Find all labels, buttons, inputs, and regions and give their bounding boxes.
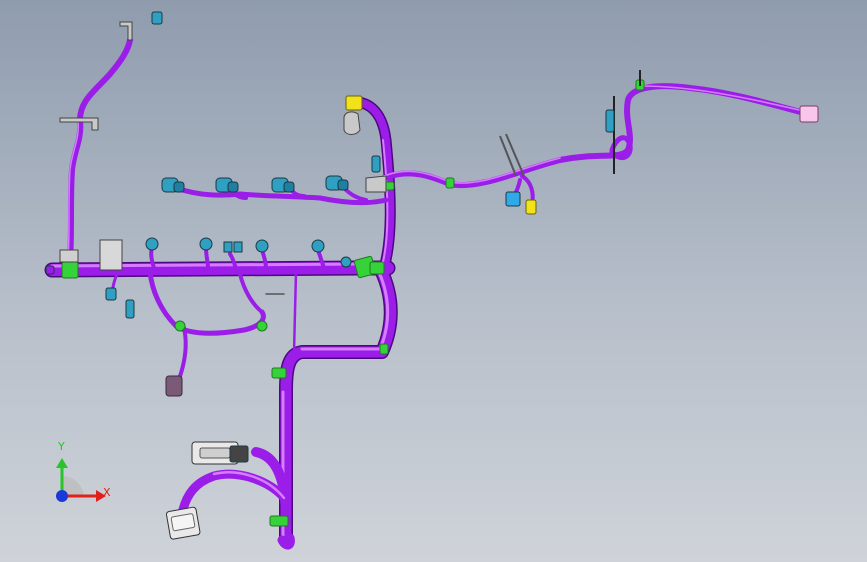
connector-icon [45,265,55,275]
cad-graphics-viewport[interactable]: Y X [0,0,867,562]
clips[interactable] [61,79,645,527]
clip-icon [269,515,289,527]
connector-icon [345,95,363,111]
clip-icon [61,261,79,279]
triad-y-label: Y [58,440,65,453]
connector-icon [165,506,201,540]
connector-icon [325,175,349,191]
harness-branch [381,83,811,189]
connector-icon [255,239,269,253]
wiring-harness-model[interactable] [0,0,867,562]
connector-icon [525,199,537,215]
bracket-icon [59,249,79,263]
connector-icon [199,237,213,251]
clip-icon [379,343,389,355]
bracket-icon [119,21,133,41]
connector-icon [311,239,325,253]
harness-branch [67,37,133,265]
connector-icon [151,11,163,25]
connector-icon [105,287,117,301]
connector-icon [505,191,521,207]
harness-branch [280,262,397,546]
bracket-icon [99,239,123,271]
clip-icon [369,261,385,275]
bracket-icon [343,111,361,135]
connector-icon [125,299,135,319]
connector-icon [191,441,249,465]
brackets[interactable] [59,21,641,271]
clip-icon [271,367,287,379]
connector-icon [145,237,159,251]
connector-icon [165,375,183,397]
connector-icon [605,109,615,133]
connector-icon [161,177,185,193]
connector-icon [223,241,233,253]
bracket-icon [365,175,387,193]
harness-main-layer [46,37,811,550]
connector-icon [340,256,352,268]
connector-icon [271,177,295,193]
triad-x-label: X [103,486,111,499]
connector-icon [371,155,381,173]
coordinate-triad-icon [56,458,106,502]
harness-branch [177,469,291,519]
clip-icon [445,177,455,189]
clip-icon [174,320,186,332]
connector-icon [799,105,819,123]
connector-icon [233,241,243,253]
connector-icon [215,177,239,193]
clip-icon [256,320,268,332]
harness-branch [147,269,266,336]
